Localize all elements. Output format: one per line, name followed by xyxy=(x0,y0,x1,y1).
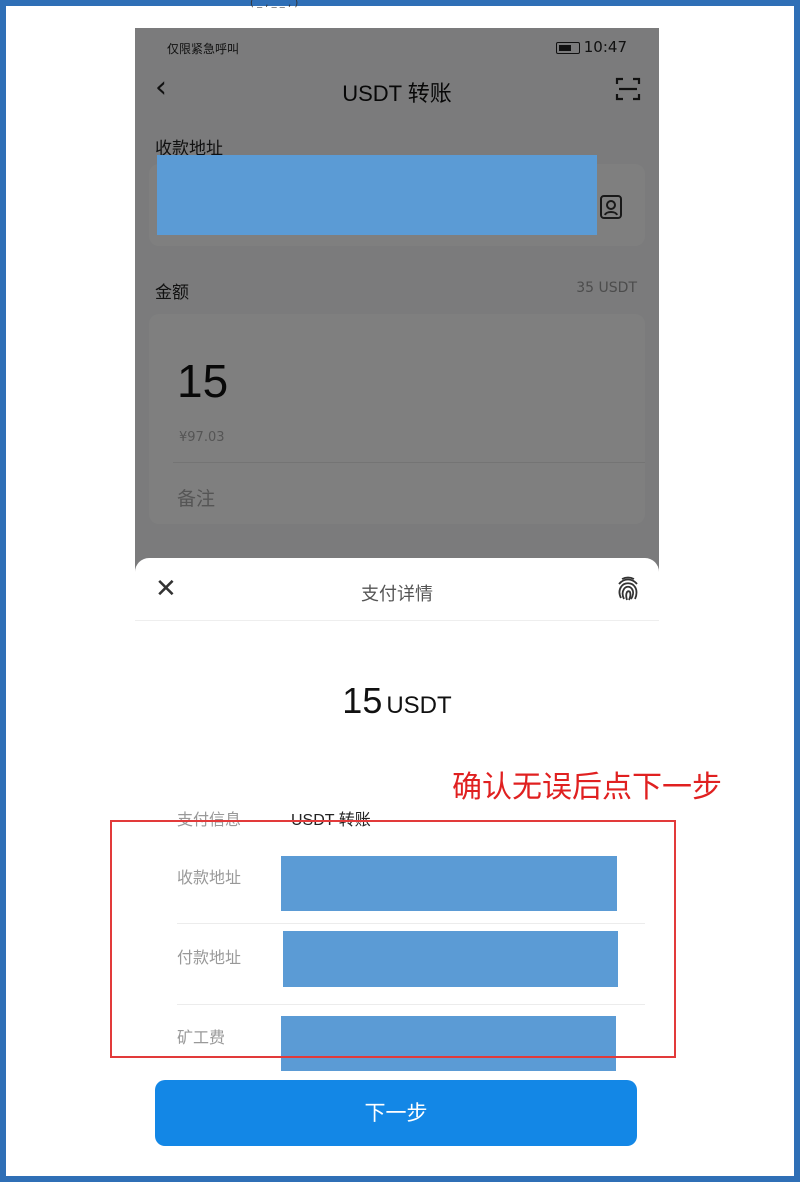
modal-overlay[interactable] xyxy=(135,28,659,588)
sheet-title: 支付详情 xyxy=(361,584,433,605)
sheet-header: ✕ 支付详情 xyxy=(135,558,659,621)
annotation-highlight-box xyxy=(110,820,676,1058)
fingerprint-icon[interactable] xyxy=(613,574,643,604)
redacted-address xyxy=(157,155,597,235)
next-step-button[interactable]: 下一步 xyxy=(155,1080,637,1146)
top-cropped-text: ( _ , _ _ , ) xyxy=(250,0,299,8)
sheet-amount-value: 15 xyxy=(342,680,383,721)
sheet-amount-unit: USDT xyxy=(386,692,452,719)
annotation-text: 确认无误后点下一步 xyxy=(452,770,722,805)
sheet-amount: 15 USDT xyxy=(135,680,659,722)
